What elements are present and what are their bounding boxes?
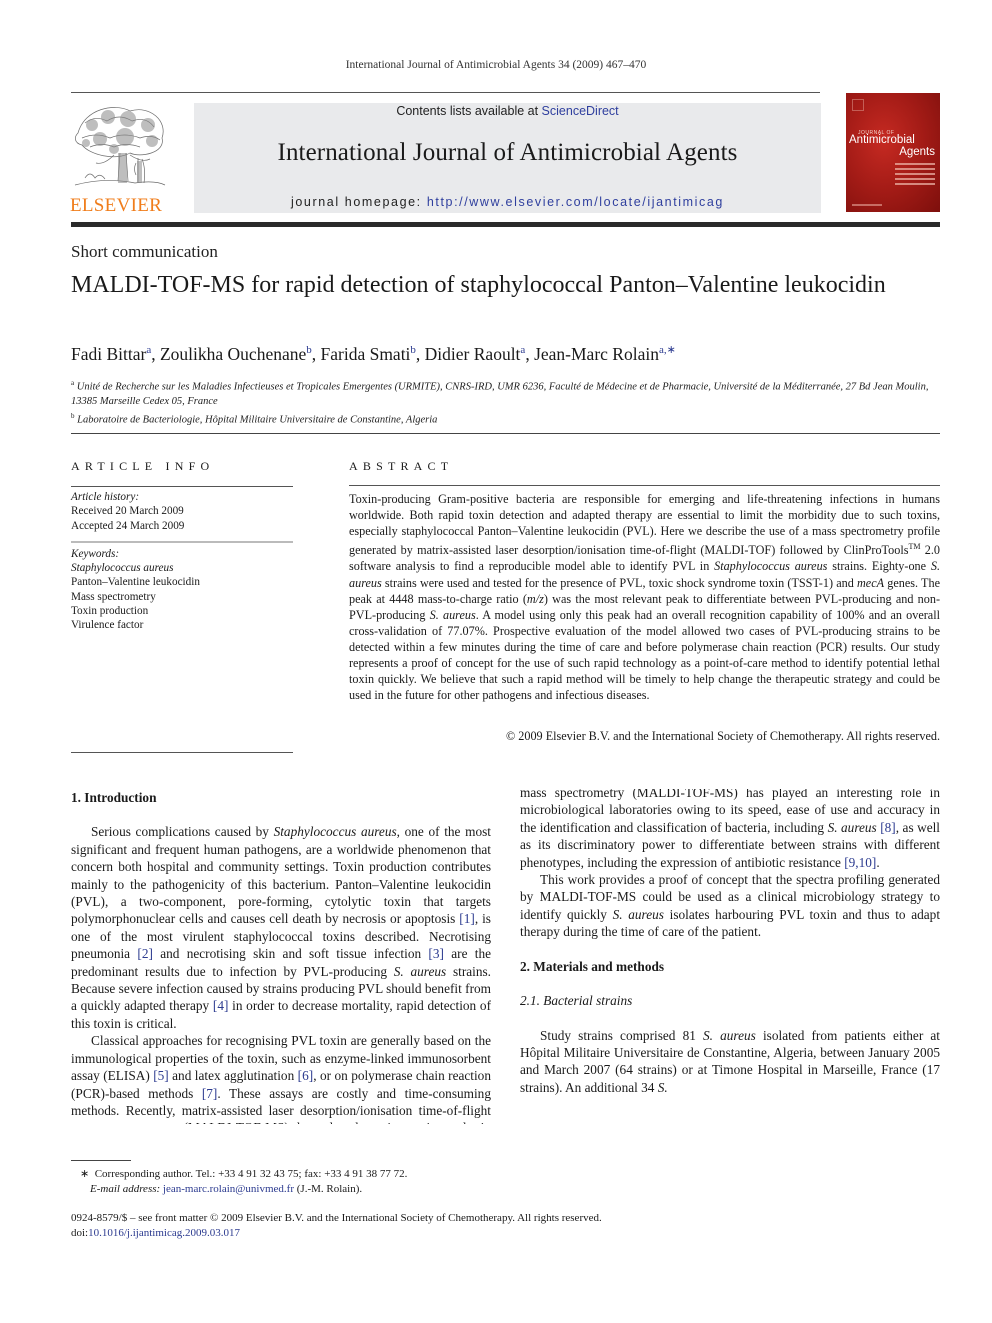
author-name[interactable]: Zoulikha Ouchenane xyxy=(160,344,306,364)
keywords-divider xyxy=(71,540,293,543)
front-matter: 0924-8579/$ – see front matter © 2009 El… xyxy=(71,1211,771,1241)
publisher-name: ELSEVIER xyxy=(70,195,163,216)
keywords-label: Keywords: xyxy=(71,547,120,560)
citation-link[interactable]: [9,10] xyxy=(844,855,876,870)
article-info-bottom-divider xyxy=(71,752,293,753)
journal-masthead: Contents lists available at ScienceDirec… xyxy=(194,103,821,213)
body-column-right: Classical approaches for recognising PVL… xyxy=(520,789,940,1209)
body-column-left: 1. Introduction Serious complications ca… xyxy=(71,789,491,1124)
author-affiliation-mark[interactable]: a xyxy=(146,344,151,356)
citation-link[interactable]: [2] xyxy=(137,946,153,961)
abstract-text: Toxin-producing Gram-positive bacteria a… xyxy=(349,492,941,703)
citation-link[interactable]: [4] xyxy=(213,998,229,1013)
author-name[interactable]: Didier Raoult xyxy=(425,344,521,364)
article-info-divider xyxy=(71,486,293,487)
footnote-star: ∗ xyxy=(80,1168,90,1180)
affiliation-divider xyxy=(71,433,940,434)
homepage-prefix: journal homepage: xyxy=(291,195,427,209)
article-type: Short communication xyxy=(71,242,218,261)
running-head: International Journal of Antimicrobial A… xyxy=(345,59,647,71)
corresponding-author-footnote: ∗ Corresponding author. Tel.: +33 4 91 3… xyxy=(80,1167,500,1196)
author-name[interactable]: Farida Smati xyxy=(321,344,411,364)
cover-badge-icon xyxy=(852,99,864,111)
citation-link[interactable]: [7] xyxy=(202,1086,218,1101)
footnote-divider xyxy=(71,1160,131,1161)
sciencedirect-link[interactable]: ScienceDirect xyxy=(542,104,619,118)
abstract-heading: ABSTRACT xyxy=(349,459,454,473)
author-list: Fadi Bittara, Zoulikha Ouchenaneb, Farid… xyxy=(71,343,676,364)
keyword-item: Toxin production xyxy=(71,605,149,618)
keyword-item: Staphylococcus aureus xyxy=(71,562,174,575)
received-date: Received 20 March 2009 xyxy=(71,505,184,518)
section-heading-methods: 2. Materials and methods xyxy=(520,958,665,974)
author-affiliation-mark[interactable]: b xyxy=(306,344,312,356)
citation-link[interactable]: [5] xyxy=(153,1068,169,1083)
journal-title: International Journal of Antimicrobial A… xyxy=(277,139,738,166)
elsevier-tree-icon xyxy=(74,107,166,186)
article-info-heading: ARTICLE INFO xyxy=(71,459,215,473)
history-label: Article history: xyxy=(71,491,140,503)
email-link[interactable]: jean-marc.rolain@univmed.fr xyxy=(163,1183,294,1195)
keyword-item: Virulence factor xyxy=(71,619,144,632)
section-heading-introduction: 1. Introduction xyxy=(71,790,157,805)
affiliation-text: Laboratoire de Bacteriologie, Hôpital Mi… xyxy=(77,414,438,425)
body-paragraph: Serious complications caused by Staphylo… xyxy=(71,824,491,1031)
citation-link[interactable]: [1] xyxy=(459,911,475,926)
email-suffix: (J.-M. Rolain). xyxy=(294,1182,363,1195)
accepted-date: Accepted 24 March 2009 xyxy=(71,519,185,532)
column-continuation: Classical approaches for recognising PVL… xyxy=(520,789,940,1096)
body-paragraph: Study strains comprised 81 S. aureus iso… xyxy=(520,1027,940,1095)
homepage-line: journal homepage: http://www.elsevier.co… xyxy=(194,195,821,209)
keyword-item: Panton–Valentine leukocidin xyxy=(71,576,200,589)
article-info: Article history: Received 20 March 2009 … xyxy=(71,490,293,633)
doi-prefix: doi: xyxy=(71,1227,89,1239)
body-paragraph: Classical approaches for recognising PVL… xyxy=(520,789,940,870)
doi-link[interactable]: 10.1016/j.ijantimicag.2009.03.017 xyxy=(88,1227,240,1239)
citation-link[interactable]: [8] xyxy=(880,820,896,835)
cover-footer-mark xyxy=(852,204,882,206)
issn-line: 0924-8579/$ – see front matter © 2009 El… xyxy=(71,1212,602,1224)
keyword-item: Mass spectrometry xyxy=(71,590,156,603)
affiliation-mark: a xyxy=(71,379,75,387)
affiliations: a Unité de Recherche sur les Maladies In… xyxy=(71,376,941,427)
header-divider xyxy=(71,222,940,227)
affiliation-item: b Laboratoire de Bacteriologie, Hôpital … xyxy=(71,409,941,428)
contents-prefix: Contents lists available at xyxy=(396,104,542,118)
publisher-logo[interactable]: ELSEVIER xyxy=(70,103,173,216)
affiliation-item: a Unité de Recherche sur les Maladies In… xyxy=(71,376,941,409)
author-affiliation-mark[interactable]: a,∗ xyxy=(659,344,676,356)
body-paragraph: This work provides a proof of concept th… xyxy=(520,872,940,940)
citation-link[interactable]: [3] xyxy=(428,946,444,961)
contents-line: Contents lists available at ScienceDirec… xyxy=(194,104,821,118)
article-title: MALDI-TOF-MS for rapid detection of stap… xyxy=(71,272,886,298)
affiliation-text: Unité de Recherche sur les Maladies Infe… xyxy=(71,381,929,407)
journal-homepage-link[interactable]: http://www.elsevier.com/locate/ijantimic… xyxy=(427,195,724,209)
author-name[interactable]: Jean-Marc Rolain xyxy=(534,344,659,364)
cover-title-line1: Antimicrobial xyxy=(849,134,915,146)
abstract-copyright: © 2009 Elsevier B.V. and the Internation… xyxy=(505,729,940,743)
author-name[interactable]: Fadi Bittar xyxy=(71,344,146,364)
author-affiliation-mark[interactable]: a xyxy=(520,344,525,356)
cover-text-lines xyxy=(895,163,935,188)
affiliation-mark: b xyxy=(71,411,75,420)
top-rule xyxy=(71,92,820,93)
abstract-divider xyxy=(349,485,940,486)
journal-cover-image[interactable]: JOURNAL OF Antimicrobial Agents xyxy=(846,93,940,212)
footnote-text: Corresponding author. Tel.: +33 4 91 32 … xyxy=(94,1168,408,1180)
citation-link[interactable]: [6] xyxy=(298,1068,314,1083)
body-paragraph: Classical approaches for recognising PVL… xyxy=(71,1033,491,1124)
cover-title-line2: Agents xyxy=(899,146,935,158)
subsection-heading-strains: 2.1. Bacterial strains xyxy=(520,993,633,1009)
author-affiliation-mark[interactable]: b xyxy=(410,344,416,356)
email-label: E-mail address: xyxy=(90,1182,161,1195)
